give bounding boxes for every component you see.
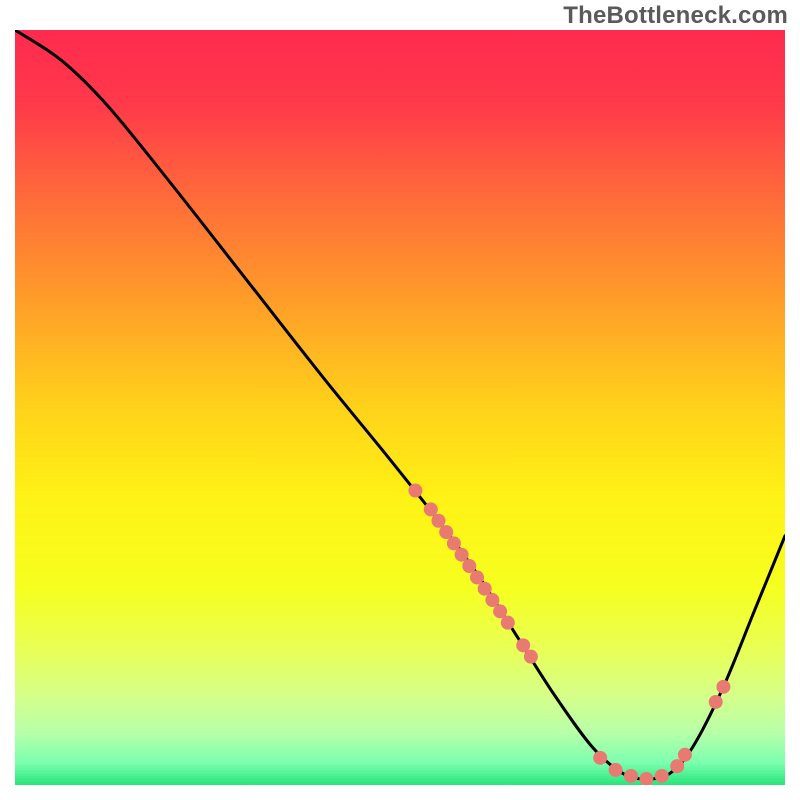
- data-point: [424, 502, 438, 516]
- data-point: [478, 582, 492, 596]
- data-point: [678, 748, 692, 762]
- data-point: [485, 593, 499, 607]
- chart-background: [15, 30, 785, 785]
- data-point: [516, 638, 530, 652]
- watermark-text: TheBottleneck.com: [563, 2, 788, 30]
- data-point: [462, 559, 476, 573]
- bottleneck-chart: [15, 30, 785, 785]
- data-point: [493, 604, 507, 618]
- data-point: [524, 650, 538, 664]
- data-point: [470, 570, 484, 584]
- data-point: [432, 514, 446, 528]
- data-point: [624, 769, 638, 783]
- data-point: [709, 695, 723, 709]
- data-point: [670, 759, 684, 773]
- chart-svg: [15, 30, 785, 785]
- data-point: [455, 548, 469, 562]
- data-point: [501, 616, 515, 630]
- data-point: [593, 751, 607, 765]
- data-point: [408, 484, 422, 498]
- data-point: [609, 763, 623, 777]
- data-point: [655, 769, 669, 783]
- data-point: [439, 525, 453, 539]
- data-point: [447, 536, 461, 550]
- data-point: [716, 680, 730, 694]
